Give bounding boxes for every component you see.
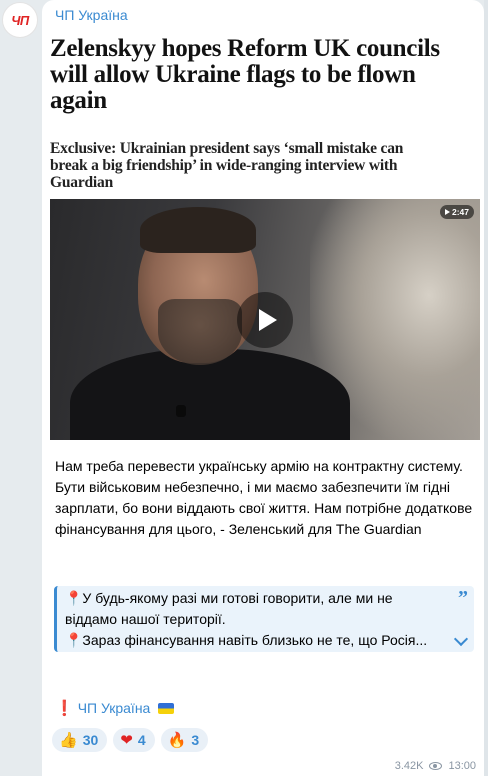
thumbs-up-icon: 👍 [59, 731, 78, 749]
reaction-count: 4 [137, 732, 146, 748]
expand-chevron-icon[interactable] [453, 631, 469, 647]
quote-icon: ” [458, 587, 468, 609]
microphone [176, 405, 186, 417]
message-body: Нам треба перевести українську армію на … [55, 458, 473, 537]
channel-footer-link[interactable]: ❗ ЧП Україна [55, 699, 175, 717]
footer-channel-name[interactable]: ЧП Україна [78, 700, 151, 716]
channel-avatar[interactable]: ЧП [2, 2, 38, 38]
reaction-fire[interactable]: 🔥 3 [160, 728, 209, 752]
reaction-count: 30 [82, 732, 99, 748]
heart-icon: ❤ [120, 731, 133, 749]
play-button[interactable] [237, 292, 293, 348]
fire-icon: 🔥 [167, 731, 187, 749]
person-hair [140, 207, 256, 253]
play-icon [258, 309, 277, 331]
message-meta: 3.42K 13:00 [395, 760, 476, 772]
quote-line-2: 📍Зараз фінансування навіть близько не те… [65, 632, 428, 648]
article-subhead: Exclusive: Ukrainian president says ‘sma… [50, 140, 404, 191]
video-duration-badge: 2:47 [439, 205, 474, 219]
reaction-heart[interactable]: ❤ 4 [113, 728, 155, 752]
reaction-thumbs-up[interactable]: 👍 30 [52, 728, 108, 752]
message-bubble: ЧП Україна Zelenskyy hopes Reform UK cou… [42, 0, 484, 776]
exclamation-icon: ❗ [55, 700, 74, 717]
eye-icon [429, 762, 443, 770]
article-headline: Zelenskyy hopes Reform UK councils will … [50, 35, 440, 114]
quote-line-1: 📍У будь-якому разі ми готові говорити, а… [65, 590, 393, 627]
video-thumbnail[interactable]: 2:47 [50, 199, 480, 440]
message-time: 13:00 [448, 760, 476, 772]
reaction-count: 3 [191, 732, 200, 748]
ukraine-flag-icon [158, 702, 175, 714]
scrollbar-track[interactable] [484, 0, 488, 776]
video-duration: 2:47 [451, 207, 469, 217]
view-count: 3.42K [394, 760, 424, 772]
person-beard [158, 299, 242, 365]
channel-name[interactable]: ЧП Україна [55, 7, 128, 23]
expandable-quote[interactable]: 📍У будь-якому разі ми готові говорити, а… [54, 586, 474, 652]
play-small-icon [444, 209, 450, 215]
reactions-bar: 👍 30 ❤ 4 🔥 3 [52, 728, 209, 752]
